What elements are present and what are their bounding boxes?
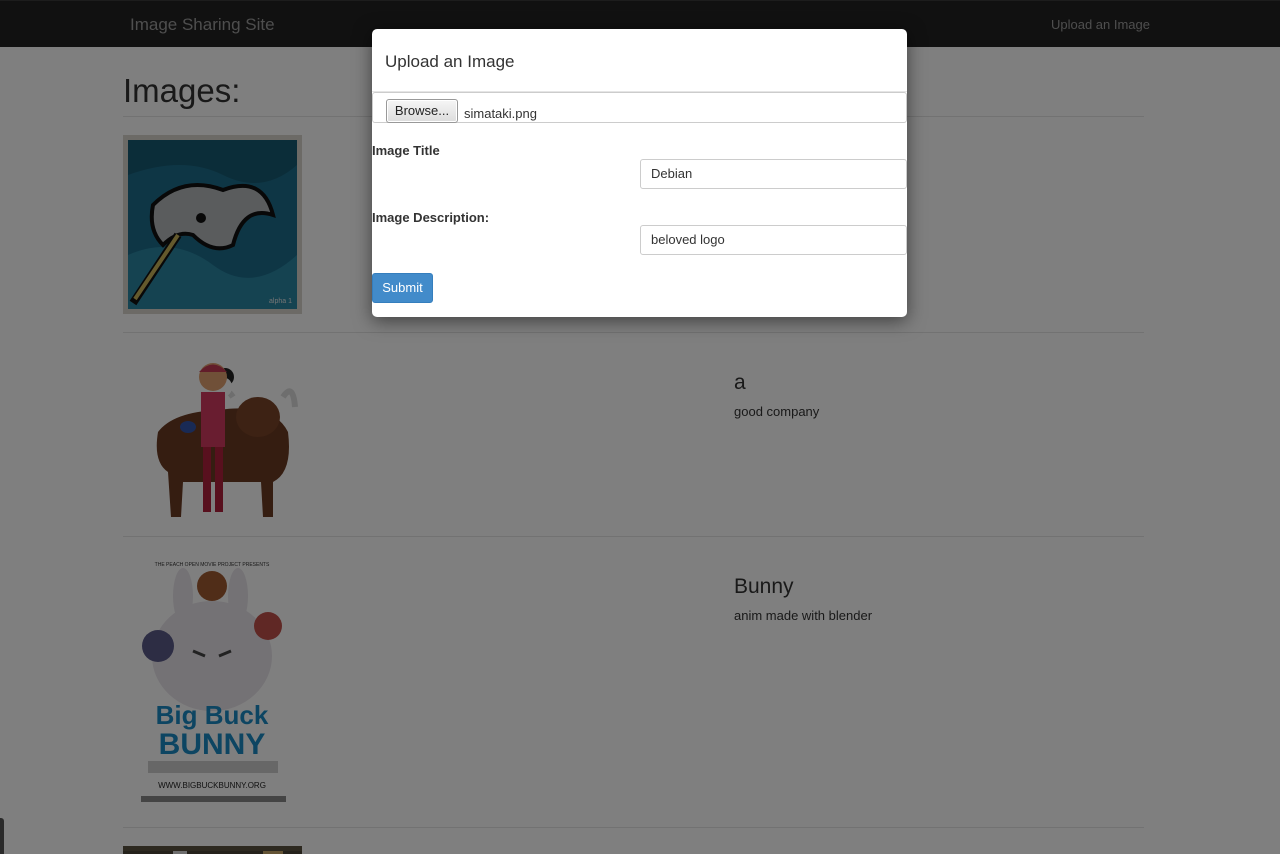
- file-input[interactable]: Browse... simataki.png: [372, 92, 907, 123]
- browse-button[interactable]: Browse...: [386, 99, 458, 123]
- corner-tab: [0, 818, 4, 854]
- image-description-label: Image Description:: [372, 210, 490, 225]
- selected-file-name: simataki.png: [464, 106, 537, 121]
- image-description-input[interactable]: beloved logo: [640, 225, 907, 255]
- image-title-input[interactable]: Debian: [640, 159, 907, 189]
- image-title-label: Image Title: [372, 143, 440, 158]
- modal-title: Upload an Image: [385, 52, 515, 71]
- submit-button[interactable]: Submit: [372, 273, 433, 303]
- upload-modal: Upload an Image Browse... simataki.png I…: [372, 29, 907, 317]
